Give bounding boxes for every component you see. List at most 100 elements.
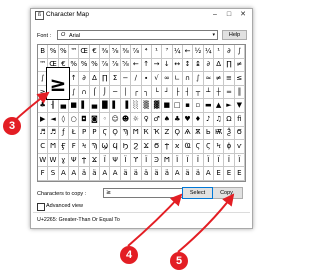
character-cell[interactable]: ↑ xyxy=(69,72,80,86)
character-cell[interactable]: ∫ xyxy=(193,72,204,86)
character-cell[interactable]: ≡ xyxy=(224,72,235,86)
character-cell[interactable]: ≠ xyxy=(213,72,225,86)
character-cell[interactable]: Ϊ xyxy=(172,153,183,168)
character-cell[interactable]: Ϻ xyxy=(48,140,59,154)
character-cell[interactable]: ♫ xyxy=(213,113,225,127)
character-cell[interactable]: Ϛ xyxy=(203,140,214,154)
character-cell[interactable]: ─ xyxy=(110,85,121,100)
character-cell[interactable]: Ϭ xyxy=(151,140,163,154)
character-cell[interactable]: Ϟ xyxy=(79,140,90,154)
character-cell[interactable]: ⅝ xyxy=(110,45,121,59)
character-cell[interactable]: W xyxy=(38,153,49,168)
character-cell[interactable]: ∩ xyxy=(182,72,194,86)
character-cell[interactable]: Ϡ xyxy=(120,126,132,141)
character-cell[interactable]: A xyxy=(172,167,183,181)
character-cell[interactable]: ∞ xyxy=(162,72,173,86)
character-cell[interactable]: − xyxy=(120,72,132,86)
character-cell[interactable]: ↑ xyxy=(141,58,152,73)
character-cell[interactable]: ≈ xyxy=(203,72,214,86)
character-cell[interactable]: Ϊ xyxy=(100,153,111,168)
character-cell[interactable]: ┐ xyxy=(141,85,152,100)
character-cell[interactable]: Ҡ xyxy=(151,126,163,141)
character-cell[interactable]: Ϝ xyxy=(69,140,80,154)
character-cell[interactable]: F xyxy=(38,167,49,181)
character-cell[interactable]: ∕ xyxy=(131,72,142,86)
character-cell[interactable]: ░ xyxy=(131,99,142,113)
character-cell[interactable]: ä xyxy=(151,167,163,181)
character-cell[interactable]: Ϻ xyxy=(131,126,142,141)
character-cell[interactable]: Ζ xyxy=(162,126,173,141)
character-cell[interactable]: ⌡ xyxy=(100,85,111,100)
character-cell[interactable]: ↔ xyxy=(172,58,183,73)
character-cell[interactable]: ∆ xyxy=(213,58,225,73)
character-cell[interactable]: ← xyxy=(131,58,142,73)
character-cell[interactable]: ◊ xyxy=(58,113,70,127)
character-cell[interactable]: ♥ xyxy=(182,113,194,127)
character-cell[interactable]: Ϻ xyxy=(162,153,173,168)
character-cell[interactable]: █ xyxy=(100,99,111,113)
character-cell[interactable]: ¼ xyxy=(172,45,183,59)
character-cell[interactable]: Ѯ xyxy=(224,126,235,141)
character-cell[interactable]: ╢ xyxy=(48,99,59,113)
character-cell[interactable]: ┤ xyxy=(182,85,194,100)
character-cell[interactable]: □ xyxy=(172,99,183,113)
character-cell[interactable]: % xyxy=(89,58,101,73)
character-cell[interactable]: Ϛ xyxy=(193,140,204,154)
character-cell[interactable]: ϒ xyxy=(131,153,142,168)
character-cell[interactable]: ▐ xyxy=(120,99,132,113)
character-cell[interactable]: ≤ xyxy=(234,72,245,86)
character-cell[interactable]: ½ xyxy=(193,45,204,59)
character-cell[interactable]: ∂ xyxy=(79,72,90,86)
character-cell[interactable]: Ϥ xyxy=(110,140,121,154)
character-cell[interactable]: Ѭ xyxy=(213,126,225,141)
character-cell[interactable]: │ xyxy=(120,85,132,100)
character-cell[interactable]: ¼ xyxy=(203,45,214,59)
character-cell[interactable]: A xyxy=(100,167,111,181)
character-cell[interactable]: ⅜ xyxy=(100,45,111,59)
character-cell[interactable]: ∏ xyxy=(224,58,235,73)
character-cell[interactable]: ä xyxy=(79,167,90,181)
character-cell[interactable]: ┼ xyxy=(213,85,225,100)
character-cell[interactable]: ☼ xyxy=(131,113,142,127)
character-cell[interactable]: ™ xyxy=(69,45,80,59)
character-cell[interactable]: ¹ xyxy=(151,45,163,59)
character-cell[interactable]: Ϊ xyxy=(203,153,214,168)
character-cell[interactable]: ▲ xyxy=(213,99,225,113)
character-cell[interactable]: ä xyxy=(120,167,132,181)
character-cell[interactable]: ☻ xyxy=(120,113,132,127)
character-cell[interactable]: ♬ xyxy=(48,126,59,141)
character-cell[interactable]: Ω xyxy=(224,113,235,127)
character-cell[interactable]: ⅜ xyxy=(120,45,132,59)
character-cell[interactable]: Ҩ xyxy=(182,140,194,154)
character-cell[interactable]: ⁷ xyxy=(162,45,173,59)
character-cell[interactable]: Ϟ xyxy=(213,140,225,154)
character-cell[interactable]: E xyxy=(213,167,225,181)
character-cell[interactable]: ϰ xyxy=(172,140,183,154)
character-cell[interactable]: Ϊ xyxy=(182,153,194,168)
character-cell[interactable]: ɣ xyxy=(58,153,70,168)
character-cell[interactable]: ▄ xyxy=(89,99,101,113)
character-cell[interactable]: Ϊ xyxy=(224,153,235,168)
character-cell[interactable]: ▪ xyxy=(182,99,194,113)
character-cell[interactable]: Ѫ xyxy=(193,126,204,141)
character-cell[interactable]: ∫ xyxy=(69,85,80,100)
character-cell[interactable]: ⅝ xyxy=(120,58,132,73)
character-cell[interactable]: Ͽ xyxy=(151,153,163,168)
character-cell[interactable]: ∙ xyxy=(141,72,152,86)
character-cell[interactable]: ¹ xyxy=(213,45,225,59)
character-cell[interactable]: ♬ xyxy=(38,126,49,141)
character-cell[interactable]: ▫ xyxy=(193,99,204,113)
character-cell[interactable]: ä xyxy=(162,167,173,181)
character-cell[interactable]: Ψ xyxy=(69,153,80,168)
character-cell[interactable]: S xyxy=(48,167,59,181)
character-cell[interactable]: ┴ xyxy=(203,85,214,100)
character-cell[interactable]: Ϩ xyxy=(131,140,142,154)
character-cell[interactable]: ↨ xyxy=(193,58,204,73)
close-button[interactable]: ✕ xyxy=(236,9,250,20)
character-cell[interactable]: A xyxy=(58,167,70,181)
character-cell[interactable]: Ϯ xyxy=(162,140,173,154)
character-cell[interactable]: ▬ xyxy=(203,99,214,113)
character-cell[interactable]: ⁴ xyxy=(141,45,152,59)
character-cell[interactable]: Ρ xyxy=(79,126,90,141)
character-cell[interactable]: Ѧ xyxy=(182,126,194,141)
